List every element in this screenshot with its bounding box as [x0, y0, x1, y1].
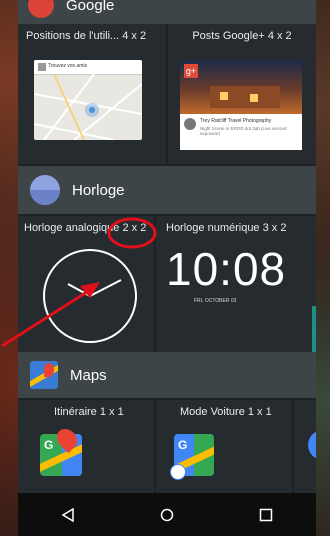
clock-app-icon: [30, 175, 60, 205]
post-photo: g+: [180, 60, 302, 114]
section-title-maps: Maps: [70, 366, 107, 384]
recents-icon[interactable]: [246, 500, 286, 530]
navigation-arrow-icon: [170, 464, 186, 480]
widget-user-positions[interactable]: Positions de l'utili... 4 x 2 Trouvez vo…: [18, 24, 166, 164]
navigation-bar: [18, 493, 316, 536]
widget-driving-mode[interactable]: Mode Voiture 1 x 1 G: [156, 400, 292, 493]
home-icon[interactable]: [147, 500, 187, 530]
widget-label: Posts Google+ 4 x 2: [192, 30, 292, 42]
map-roads: [34, 74, 142, 140]
avatar: [38, 63, 46, 71]
gplus-preview: g+ Trey Ratcliff Travel Photography Nigh…: [180, 60, 302, 150]
post-text: Night Scene in ERDO dot 2ab (Live second…: [200, 126, 287, 137]
maps-driving-icon: G: [170, 434, 214, 480]
maps-app-icon: [30, 361, 58, 389]
avatar: [184, 118, 196, 130]
widget-analog-clock[interactable]: Horloge analogique 2 x 2: [18, 216, 154, 352]
widget-directions[interactable]: Itinéraire 1 x 1 G: [18, 400, 154, 493]
map-preview: Trouvez vos amis: [34, 60, 142, 140]
section-header-google: Google: [18, 0, 316, 24]
map-card-title: Trouvez vos amis: [48, 63, 87, 69]
widget-label: Itinéraire 1 x 1: [54, 406, 124, 418]
post-author: Trey Ratcliff Travel Photography: [200, 118, 272, 124]
widget-picker[interactable]: Google Positions de l'utili... 4 x 2 Tro…: [18, 0, 316, 493]
widget-label: Horloge numérique 3 x 2: [166, 222, 287, 234]
section-header-maps: Maps: [18, 352, 316, 398]
google-app-icon: [28, 0, 54, 18]
widget-partial[interactable]: [294, 400, 316, 493]
analog-clock-preview: [43, 249, 137, 343]
partial-icon: [308, 430, 316, 460]
section-title-google: Google: [66, 0, 115, 14]
widget-digital-clock[interactable]: Horloge numérique 3 x 2 10:08 FRI, OCTOB…: [156, 216, 316, 352]
gplus-icon: g+: [184, 64, 198, 78]
maps-directions-icon: G: [40, 424, 82, 476]
digital-date: FRI, OCTOBER 03: [194, 298, 237, 304]
widget-label: Positions de l'utili... 4 x 2: [26, 30, 147, 42]
back-icon[interactable]: [48, 500, 88, 530]
widget-google-plus-posts[interactable]: Posts Google+ 4 x 2 g+ Trey Ratcliff Tra…: [168, 24, 316, 164]
digital-time: 10:08: [166, 243, 287, 295]
widget-label: Horloge analogique 2 x 2: [24, 222, 147, 234]
widget-label: Mode Voiture 1 x 1: [180, 406, 272, 418]
section-header-clock: Horloge: [18, 166, 316, 214]
section-title-clock: Horloge: [72, 181, 125, 199]
